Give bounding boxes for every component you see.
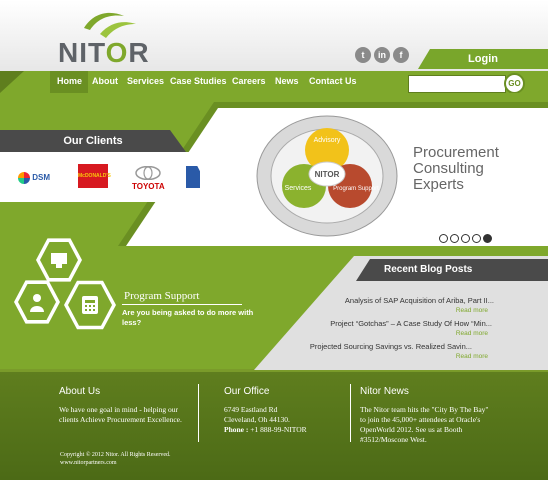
footer-news-title: Nitor News: [360, 386, 409, 397]
wheel-label-program-support: Program Support: [333, 186, 379, 192]
logo[interactable]: NITOR: [58, 37, 150, 69]
blog-post-link[interactable]: Analysis of SAP Acquisition of Ariba, Pa…: [345, 296, 494, 305]
blog-post-link[interactable]: Projected Sourcing Savings vs. Realized …: [310, 342, 472, 351]
slider-pagination[interactable]: [439, 230, 494, 248]
footer-news-text[interactable]: The Nitor team hits the "City By The Bay…: [360, 405, 490, 445]
nav-news[interactable]: News: [275, 76, 299, 86]
blog-title: Recent Blog Posts: [356, 259, 548, 281]
copyright: Copyright © 2012 Nitor. All Rights Reser…: [60, 452, 171, 467]
wheel-label-center: NITOR: [315, 170, 340, 179]
facebook-icon[interactable]: f: [393, 47, 409, 63]
slider-dot[interactable]: [450, 234, 459, 243]
divider: [198, 384, 199, 442]
client-logo-dsm[interactable]: DSM: [18, 172, 50, 184]
divider: [350, 384, 351, 442]
divider: [122, 304, 242, 305]
client-logo-mcdonalds[interactable]: McDONALD'S: [78, 164, 111, 188]
slider-dot[interactable]: [461, 234, 470, 243]
footer-about-text: We have one goal in mind - helping our c…: [59, 405, 182, 424]
read-more-link[interactable]: Read more: [456, 330, 488, 337]
client-logo-partial[interactable]: [186, 166, 200, 188]
read-more-link[interactable]: Read more: [456, 307, 488, 314]
wheel-label-advisory: Advisory: [314, 137, 341, 144]
slider-dot[interactable]: [439, 234, 448, 243]
footer-office-title: Our Office: [224, 386, 270, 397]
nav-home[interactable]: Home: [57, 76, 82, 86]
wheel-label-services: Services: [285, 185, 312, 192]
read-more-link[interactable]: Read more: [456, 353, 488, 360]
nav-careers[interactable]: Careers: [232, 76, 266, 86]
search-go-button[interactable]: GO: [504, 73, 525, 94]
twitter-icon[interactable]: t: [355, 47, 371, 63]
services-wheel-graphic: Advisory Services Program Support NITOR: [256, 115, 398, 237]
nav-contact-us[interactable]: Contact Us: [309, 76, 357, 86]
program-support-desc: Are you being asked to do more with less…: [122, 308, 254, 327]
login-button[interactable]: Login: [418, 49, 548, 69]
slider-headline: Procurement Consulting Experts: [413, 144, 499, 193]
blog-post-link[interactable]: Project “Gotchas” – A Case Study Of How …: [330, 319, 492, 328]
slider-dot-active[interactable]: [483, 234, 492, 243]
toyota-emblem-icon: [135, 165, 162, 181]
program-support-title[interactable]: Program Support: [124, 290, 199, 302]
linkedin-icon[interactable]: in: [374, 47, 390, 63]
client-logo-toyota[interactable]: TOYOTA: [132, 165, 165, 191]
website-link[interactable]: www.nitorpartners.com: [60, 459, 171, 467]
clients-title: Our Clients: [0, 130, 186, 152]
clients-strip: DSM McDONALD'S TOYOTA: [0, 152, 216, 202]
nav-case-studies[interactable]: Case Studies: [170, 76, 227, 86]
nav-services[interactable]: Services: [127, 76, 164, 86]
footer-office-address: 6749 Eastland Rd Cleveland, Oh 44130. Ph…: [224, 405, 307, 434]
nav-about[interactable]: About: [92, 76, 118, 86]
search-input[interactable]: [408, 75, 506, 93]
logo-swoosh-icon: [84, 12, 136, 38]
footer-about-title: About Us: [59, 386, 101, 397]
slider-dot[interactable]: [472, 234, 481, 243]
